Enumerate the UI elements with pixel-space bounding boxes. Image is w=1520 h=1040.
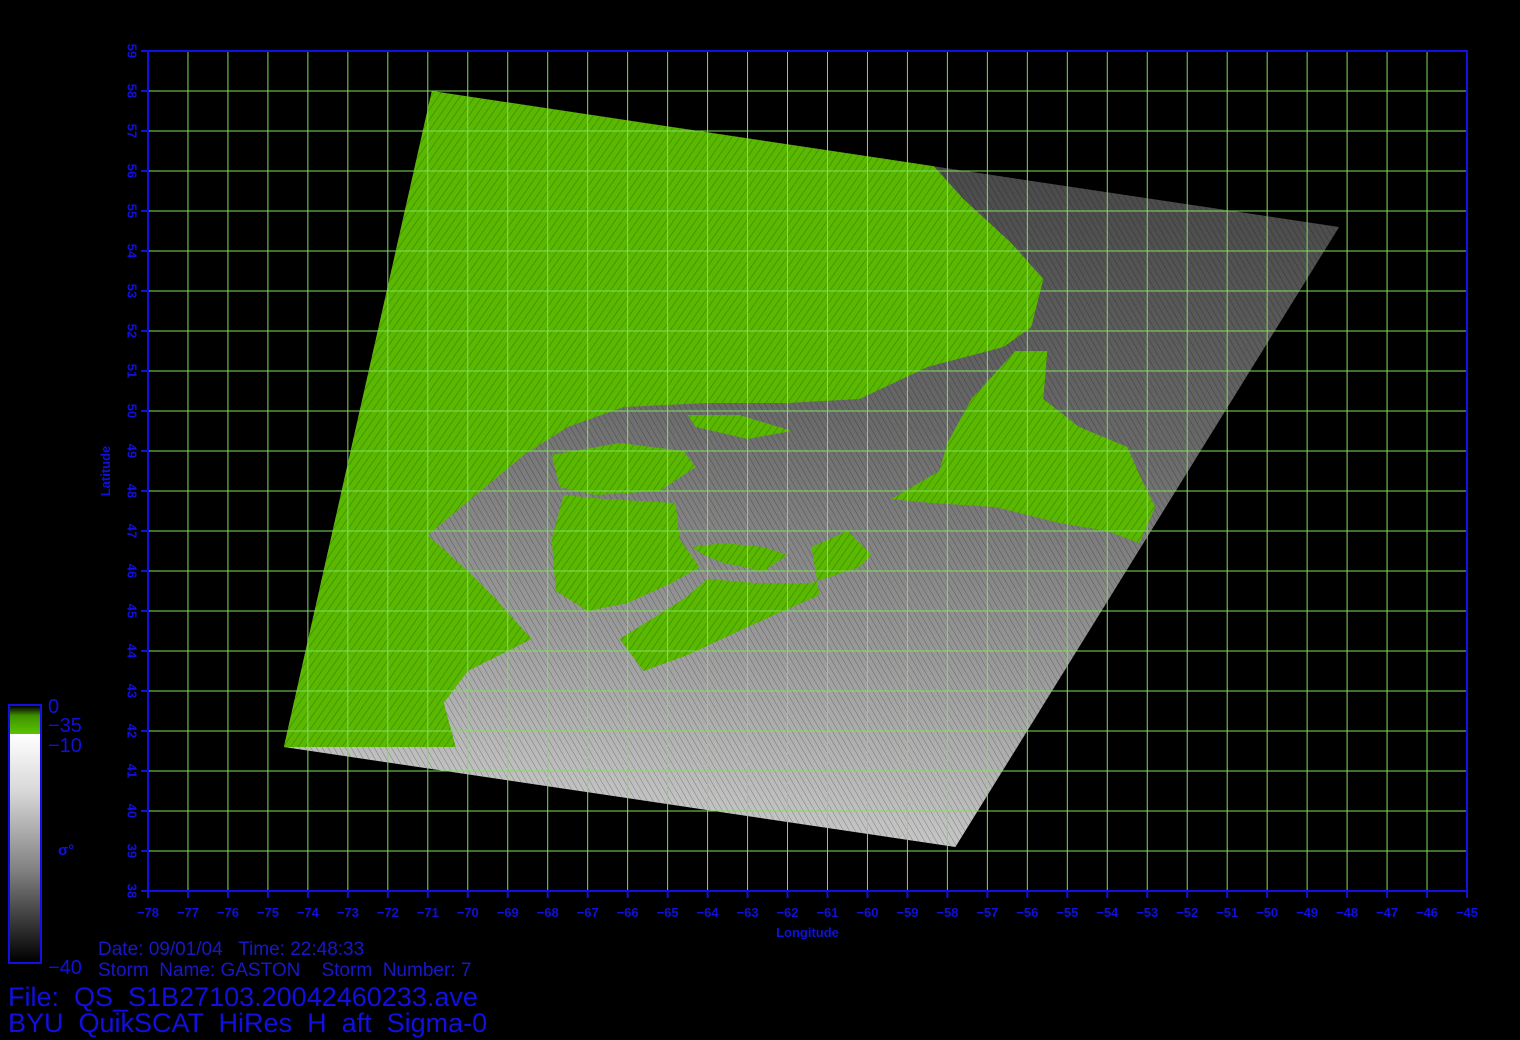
file-line: File: QS_S1B27103.20042460233.ave: [8, 982, 478, 1012]
x-tick-label: −75: [257, 905, 279, 920]
y-tick-label: 43: [125, 684, 140, 698]
x-tick-label: −66: [617, 905, 639, 920]
colorbar-sea-max: −10: [48, 735, 82, 757]
colorbar-sea-min: −40: [48, 957, 82, 979]
x-tick-label: −64: [697, 905, 720, 920]
y-tick-label: 41: [125, 764, 140, 778]
colorbar-land-min: −35: [48, 715, 82, 737]
date-time-line: Date: 09/01/04 Time: 22:48:33: [98, 939, 365, 960]
x-tick-label: −69: [497, 905, 519, 920]
product-title-line: BYU QuikSCAT HiRes H aft Sigma-0: [8, 1008, 488, 1038]
x-tick-label: −52: [1176, 905, 1198, 920]
y-axis-label: Latitude: [98, 446, 113, 497]
x-tick-label: −73: [337, 905, 359, 920]
y-tick-label: 49: [125, 444, 140, 458]
x-tick-label: −74: [297, 905, 320, 920]
y-tick-label: 39: [125, 844, 140, 858]
x-tick-label: −54: [1096, 905, 1119, 920]
x-tick-label: −76: [217, 905, 239, 920]
y-tick-label: 40: [125, 804, 140, 818]
y-tick-label: 58: [125, 84, 140, 98]
y-tick-label: 47: [125, 524, 140, 538]
y-tick-label: 54: [125, 244, 140, 259]
y-tick-label: 50: [125, 404, 140, 418]
x-tick-label: −49: [1296, 905, 1318, 920]
swath: [283, 91, 1340, 847]
x-tick-label: −59: [896, 905, 918, 920]
y-tick-label: 52: [125, 324, 140, 338]
x-tick-label: −71: [417, 905, 439, 920]
y-tick-label: 51: [125, 364, 140, 378]
colorbar-land-max: 0: [48, 696, 60, 718]
colorbar: [8, 704, 42, 964]
y-tick-label: 55: [125, 204, 140, 218]
x-tick-labels: −78 −77 −76 −75 −74 −73 −72 −71 −70 −69 −68 −67 −66 −…: [137, 905, 1478, 920]
x-tick-label: −67: [577, 905, 599, 920]
x-tick-label: −57: [976, 905, 998, 920]
y-tick-label: 57: [125, 124, 140, 138]
x-tick-label: −72: [377, 905, 399, 920]
x-tick-label: −53: [1136, 905, 1158, 920]
colorbar-symbol: σ°: [58, 842, 75, 859]
map-plot: −78 −77 −76 −75 −74 −73 −72 −71 −70 −69 −68 −67 −66 −…: [98, 44, 1478, 940]
x-tick-label: −48: [1336, 905, 1358, 920]
x-tick-label: −61: [816, 905, 838, 920]
y-tick-label: 53: [125, 284, 140, 298]
x-tick-label: −65: [657, 905, 679, 920]
y-tick-label: 42: [125, 724, 140, 738]
x-tick-label: −55: [1056, 905, 1078, 920]
storm-line: Storm Name: GASTON Storm Number: 7: [98, 960, 472, 981]
x-tick-label: −77: [177, 905, 199, 920]
y-tick-labels: 38 39 40 41 42 43 44 45 46 47 48 49 50 51 52 53 54 55 56 57…: [125, 44, 140, 898]
x-tick-label: −50: [1256, 905, 1278, 920]
x-tick-label: −78: [137, 905, 159, 920]
y-tick-label: 56: [125, 164, 140, 178]
x-tick-label: −46: [1416, 905, 1438, 920]
y-tick-label: 38: [125, 884, 140, 898]
colorbar-land-segment: [10, 706, 40, 734]
y-tick-label: 46: [125, 564, 140, 578]
x-tick-label: −56: [1016, 905, 1038, 920]
x-tick-label: −70: [457, 905, 479, 920]
y-tick-label: 59: [125, 44, 140, 58]
x-tick-label: −68: [537, 905, 559, 920]
y-tick-label: 44: [125, 644, 140, 659]
x-tick-label: −58: [936, 905, 958, 920]
y-tick-label: 45: [125, 604, 140, 618]
x-tick-label: −47: [1376, 905, 1398, 920]
x-tick-label: −45: [1456, 905, 1478, 920]
x-tick-label: −62: [776, 905, 798, 920]
x-tick-label: −63: [737, 905, 759, 920]
x-tick-label: −51: [1216, 905, 1238, 920]
colorbar-sea-segment: [10, 734, 40, 962]
y-tick-label: 48: [125, 484, 140, 498]
x-tick-label: −60: [856, 905, 878, 920]
x-axis-label: Longitude: [776, 925, 839, 940]
